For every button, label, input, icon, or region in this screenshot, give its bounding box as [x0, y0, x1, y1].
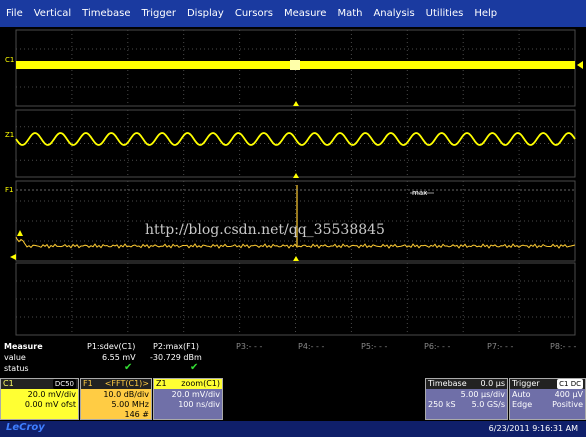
- trigger-slope: Positive: [552, 400, 583, 409]
- param-p1-value: 6.55 mV: [102, 353, 136, 362]
- z1-descriptor[interactable]: Z1 zoom(C1) 20.0 mV/div 100 ns/div: [153, 378, 223, 420]
- c1-descriptor-name: C1: [3, 379, 14, 388]
- param-p3-name[interactable]: P3:- - -: [236, 342, 262, 351]
- c1-vdiv: 20.0 mV/div: [27, 390, 76, 399]
- param-p8-name[interactable]: P8:- - -: [550, 342, 576, 351]
- trigger-marker-1: [293, 101, 299, 106]
- c1-coupling-badge: DC50: [52, 379, 76, 389]
- max-marker-label: max: [412, 189, 427, 197]
- menu-file[interactable]: File: [0, 8, 28, 19]
- watermark-text: http://blog.csdn.net/qq_35538845: [145, 222, 385, 238]
- f1-descriptor-name: F1: [83, 379, 93, 388]
- c1-descriptor[interactable]: C1 DC50 20.0 mV/div 0.00 mV ofst: [0, 378, 79, 420]
- menu-trigger[interactable]: Trigger: [135, 8, 181, 19]
- measure-table: Measure value status P1:sdev(C1) 6.55 mV…: [0, 339, 586, 376]
- z1-trace-label[interactable]: Z1: [5, 131, 14, 139]
- waveform-canvas[interactable]: C1 Z1 F1 max http://blog.csdn.net/qq_355…: [0, 27, 586, 337]
- z1-vdiv: 20.0 mV/div: [171, 390, 220, 399]
- trigger-type: Edge: [512, 400, 533, 409]
- param-p1-name[interactable]: P1:sdev(C1): [87, 342, 135, 351]
- z1-hdiv: 100 ns/div: [178, 400, 220, 409]
- timebase-title: Timebase: [428, 379, 467, 388]
- trigger-level: 400 µV: [554, 390, 583, 399]
- datetime-display: 6/23/2011 9:16:31 AM: [488, 424, 578, 433]
- zoom-region-marker: [290, 60, 300, 70]
- menu-measure[interactable]: Measure: [278, 8, 332, 19]
- menu-cursors[interactable]: Cursors: [229, 8, 278, 19]
- menu-help[interactable]: Help: [468, 8, 502, 19]
- f1-descriptor-title: <FFT(C1)>: [104, 379, 149, 388]
- menu-timebase[interactable]: Timebase: [76, 8, 135, 19]
- trigger-title: Trigger: [512, 379, 540, 388]
- timebase-descriptor[interactable]: Timebase 0.0 µs 5.00 µs/div 250 kS 5.0 GS/…: [425, 378, 508, 420]
- param-p7-name[interactable]: P7:- - -: [487, 342, 513, 351]
- param-p6-name[interactable]: P6:- - -: [424, 342, 450, 351]
- trigger-source-badge: C1 DC: [557, 379, 583, 389]
- menu-display[interactable]: Display: [181, 8, 229, 19]
- param-p2-status-icon: ✔: [190, 362, 199, 373]
- trigger-mode: Auto: [512, 390, 531, 399]
- param-p2-value: -30.729 dBm: [150, 353, 202, 362]
- c1-trace-label[interactable]: C1: [5, 56, 14, 64]
- trigger-descriptor[interactable]: Trigger C1 DC Auto 400 µV Edge Positive: [509, 378, 586, 420]
- graticule: [15, 29, 576, 336]
- menu-math[interactable]: Math: [331, 8, 367, 19]
- param-p5-name[interactable]: P5:- - -: [361, 342, 387, 351]
- measure-title: Measure: [4, 342, 43, 351]
- f1-trace: [15, 236, 576, 249]
- param-p2-name[interactable]: P2:max(F1): [153, 342, 199, 351]
- menu-analysis[interactable]: Analysis: [367, 8, 419, 19]
- f1-level-marker: [17, 230, 23, 236]
- menu-vertical[interactable]: Vertical: [28, 8, 76, 19]
- f1-hdiv: 5.00 MHz: [111, 400, 149, 409]
- status-bar: LeCroy 6/23/2011 9:16:31 AM: [0, 421, 586, 437]
- waveform-display[interactable]: C1 Z1 F1 max http://blog.csdn.net/qq_355…: [0, 27, 586, 337]
- c1-offset: 0.00 mV ofst: [24, 400, 76, 409]
- measure-row-status: status: [4, 364, 29, 373]
- menu-utilities[interactable]: Utilities: [420, 8, 469, 19]
- c1-level-marker: [577, 61, 583, 69]
- f1-vdiv: 10.0 dB/div: [103, 390, 149, 399]
- measure-row-value: value: [4, 353, 26, 362]
- param-p1-status-icon: ✔: [124, 362, 133, 373]
- f1-descriptor[interactable]: F1 <FFT(C1)> 10.0 dB/div 5.00 MHz 146 #: [80, 378, 152, 420]
- timebase-samples: 250 kS: [428, 400, 456, 409]
- timebase-hdiv: 5.00 µs/div: [460, 390, 505, 399]
- z1-descriptor-title: zoom(C1): [181, 379, 220, 388]
- f1-sweeps: 146 #: [124, 410, 149, 419]
- menu-bar: File Vertical Timebase Trigger Display C…: [0, 0, 586, 27]
- trigger-marker-3: [293, 256, 299, 261]
- param-p4-name[interactable]: P4:- - -: [298, 342, 324, 351]
- f1-trace-label[interactable]: F1: [5, 186, 13, 194]
- timebase-delay: 0.0 µs: [480, 379, 505, 388]
- z1-descriptor-name: Z1: [156, 379, 167, 388]
- timebase-rate: 5.0 GS/s: [471, 400, 505, 409]
- lecroy-logo[interactable]: LeCroy: [6, 422, 45, 433]
- f1-ground-marker: [10, 254, 16, 260]
- trigger-marker-2: [293, 173, 299, 178]
